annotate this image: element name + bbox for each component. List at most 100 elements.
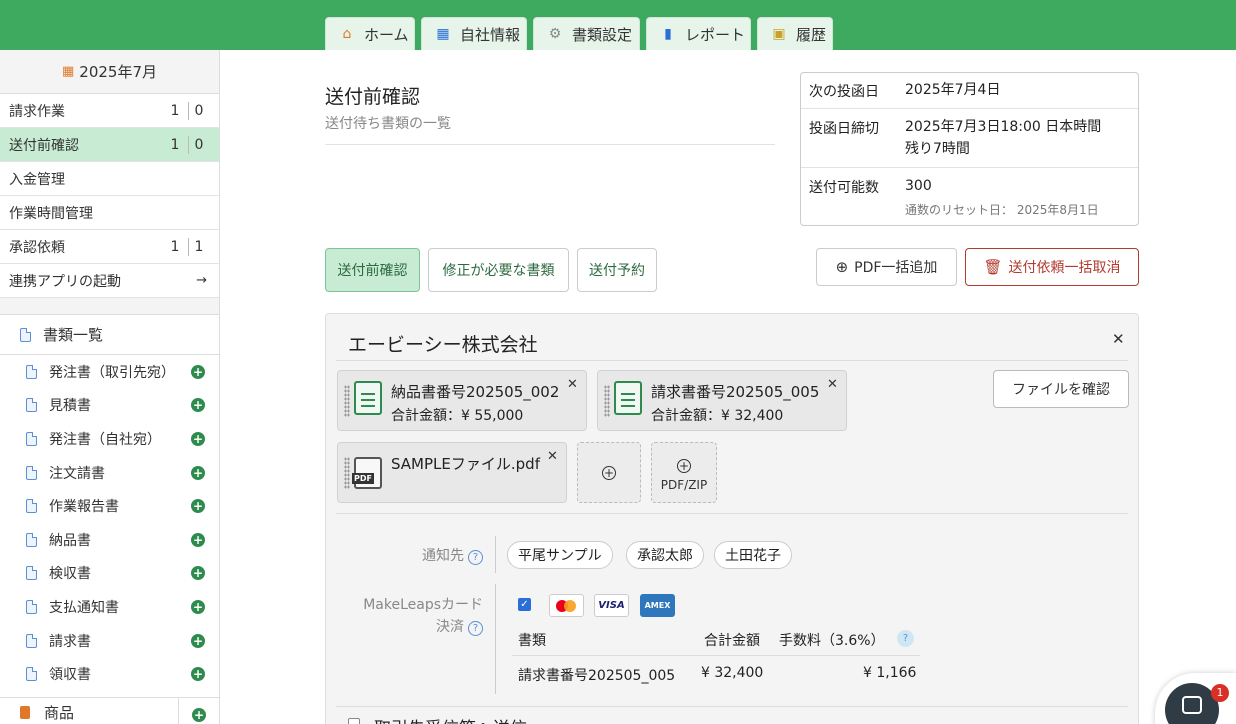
add-icon[interactable]: + [191, 566, 205, 581]
filter-scheduled-button[interactable]: 送付予約 [577, 248, 657, 292]
divider [188, 102, 189, 120]
remove-icon[interactable]: ✕ [827, 377, 838, 392]
sidebar-spacer [0, 298, 219, 315]
tab-history[interactable]: ▣ 履歴 [757, 17, 833, 50]
count-badge: 1 [170, 238, 180, 255]
document-amount: 合計金額：¥ 32,400 [651, 408, 784, 424]
tab-company-info[interactable]: ▦ 自社情報 [421, 17, 527, 50]
send-to-inbox-checkbox[interactable] [348, 718, 360, 724]
add-document-slot[interactable]: + [577, 442, 641, 503]
document-icon [26, 364, 37, 379]
sidebar-doc-label: 支払通知書 [49, 599, 119, 616]
notification-badge: 1 [1211, 684, 1229, 702]
sidebar-item-approval-request[interactable]: 承認依頼 1 1 [0, 230, 219, 264]
add-icon[interactable]: + [191, 532, 205, 547]
reset-value: 2025年8月1日 [1016, 203, 1099, 217]
add-icon[interactable]: + [191, 633, 205, 648]
sidebar-doc-label: 領収書 [49, 667, 91, 684]
card-payment-label-line2: 決済 [436, 619, 464, 635]
help-icon[interactable]: ? [468, 621, 483, 636]
notify-recipient[interactable]: 承認太郎 [626, 541, 704, 569]
page-title: 送付前確認 [325, 86, 421, 108]
sidebar-doc-item[interactable]: 注文請書 + [0, 456, 219, 490]
tab-document-settings[interactable]: ⚙ 書類設定 [533, 17, 640, 50]
month-selector[interactable]: ▦ 2025年7月 [0, 50, 219, 94]
filter-pre-send-button[interactable]: 送付前確認 [325, 248, 420, 292]
sidebar-doc-item[interactable]: 発注書（自社宛） + [0, 422, 219, 456]
button-label: 修正が必要な書類 [442, 263, 555, 279]
sidebar-doc-item[interactable]: 領収書 + [0, 657, 219, 691]
send-to-inbox-label: 取引先受信箱へ送信 [374, 714, 527, 724]
sidebar-doc-item[interactable]: 発注書（取引先宛） + [0, 355, 219, 389]
tab-reports[interactable]: ▮ レポート [646, 17, 751, 50]
sidebar-doc-item[interactable]: 見積書 + [0, 389, 219, 423]
sidebar-item-label: 承認依頼 [9, 239, 65, 256]
sidebar-item-work-time[interactable]: 作業時間管理 [0, 196, 219, 230]
info-label: 送付可能数 [809, 180, 879, 196]
add-icon[interactable]: + [191, 465, 205, 480]
drag-handle-icon[interactable] [344, 385, 350, 417]
pdf-bulk-add-button[interactable]: ⊕ PDF一括追加 [816, 248, 957, 286]
count-badge: 1 [194, 238, 204, 255]
arrow-right-icon: → [196, 273, 207, 288]
calendar-icon: ▦ [61, 64, 75, 79]
notify-recipient[interactable]: 平尾サンプル [507, 541, 613, 569]
info-row-next-post: 次の投函日 2025年7月4日 [801, 73, 1138, 109]
help-icon[interactable]: ? [468, 550, 483, 565]
add-icon[interactable]: + [191, 398, 205, 413]
button-label: 送付依頼一括取消 [1008, 260, 1121, 276]
add-product-icon[interactable]: + [192, 708, 206, 722]
document-chip[interactable]: 請求書番号202505_005 合計金額：¥ 32,400 ✕ [597, 370, 847, 431]
sidebar-item-launch-apps[interactable]: 連携アプリの起動 → [0, 264, 219, 298]
remove-icon[interactable]: ✕ [547, 449, 558, 464]
add-icon[interactable]: + [191, 667, 205, 682]
sidebar-doc-item[interactable]: 作業報告書 + [0, 489, 219, 523]
document-type-list: 発注書（取引先宛） + 見積書 + 発注書（自社宛） + 注文請書 + 作業報告書 + 納品書 + 検収… [0, 355, 219, 691]
add-icon[interactable]: + [191, 599, 205, 614]
add-icon[interactable]: + [191, 499, 205, 514]
filter-needs-fix-button[interactable]: 修正が必要な書類 [428, 248, 569, 292]
history-icon: ▣ [772, 26, 786, 42]
home-icon: ⌂ [342, 26, 352, 42]
sidebar-doc-item[interactable]: 検収書 + [0, 557, 219, 591]
add-pdf-zip-slot[interactable]: + PDF/ZIP [651, 442, 717, 503]
info-row-sendable: 送付可能数 300 通数のリセット日： 2025年8月1日 [801, 168, 1138, 225]
help-icon[interactable]: ? [897, 630, 914, 647]
document-chip[interactable]: 納品書番号202505_002 合計金額：¥ 55,000 ✕ [337, 370, 587, 431]
sidebar-doc-label: 見積書 [49, 398, 91, 415]
product-icon [20, 706, 30, 719]
remove-icon[interactable]: ✕ [567, 377, 578, 392]
sidebar-item-billing-work[interactable]: 請求作業 1 0 [0, 94, 219, 128]
sidebar-doc-item[interactable]: 請求書 + [0, 624, 219, 658]
info-label: 次の投函日 [809, 84, 879, 100]
count-badge: 0 [194, 136, 204, 153]
divider [336, 360, 1128, 361]
count-badge: 1 [170, 136, 180, 153]
sidebar-doc-item[interactable]: 支払通知書 + [0, 590, 219, 624]
sidebar-doc-item[interactable]: 納品書 + [0, 523, 219, 557]
divider [495, 536, 496, 573]
pdf-file-icon: PDF [352, 457, 382, 489]
confirm-file-button[interactable]: ファイルを確認 [993, 370, 1129, 408]
divider [325, 144, 775, 145]
add-icon[interactable]: + [191, 364, 205, 379]
sidebar-item-documents[interactable]: 書類一覧 [0, 315, 219, 355]
drag-handle-icon[interactable] [604, 385, 610, 417]
drag-handle-icon[interactable] [344, 457, 350, 489]
tab-home[interactable]: ⌂ ホーム [325, 17, 415, 50]
sidebar-item-payment-management[interactable]: 入金管理 [0, 162, 219, 196]
pdf-attachment-chip[interactable]: PDF SAMPLEファイル.pdf ✕ [337, 442, 567, 503]
info-row-deadline: 投函日締切 2025年7月3日18:00 日本時間 残り7時間 [801, 109, 1138, 168]
cancel-all-requests-button[interactable]: 🗑 送付依頼一括取消 [965, 248, 1139, 286]
card-payment-checkbox[interactable]: ✓ [518, 598, 531, 611]
add-icon[interactable]: + [191, 431, 205, 446]
close-icon[interactable]: ✕ [1112, 330, 1125, 348]
trash-icon: 🗑 [983, 258, 1003, 276]
divider [512, 655, 920, 656]
sidebar-item-products[interactable]: 商品 + [0, 697, 220, 724]
table-header: 合計金額 [704, 633, 760, 649]
notify-recipient[interactable]: 土田花子 [714, 541, 792, 569]
sidebar-doc-label: 検収書 [49, 566, 91, 583]
sidebar-item-pre-send-check[interactable]: 送付前確認 1 0 [0, 128, 219, 162]
divider [336, 706, 1128, 707]
